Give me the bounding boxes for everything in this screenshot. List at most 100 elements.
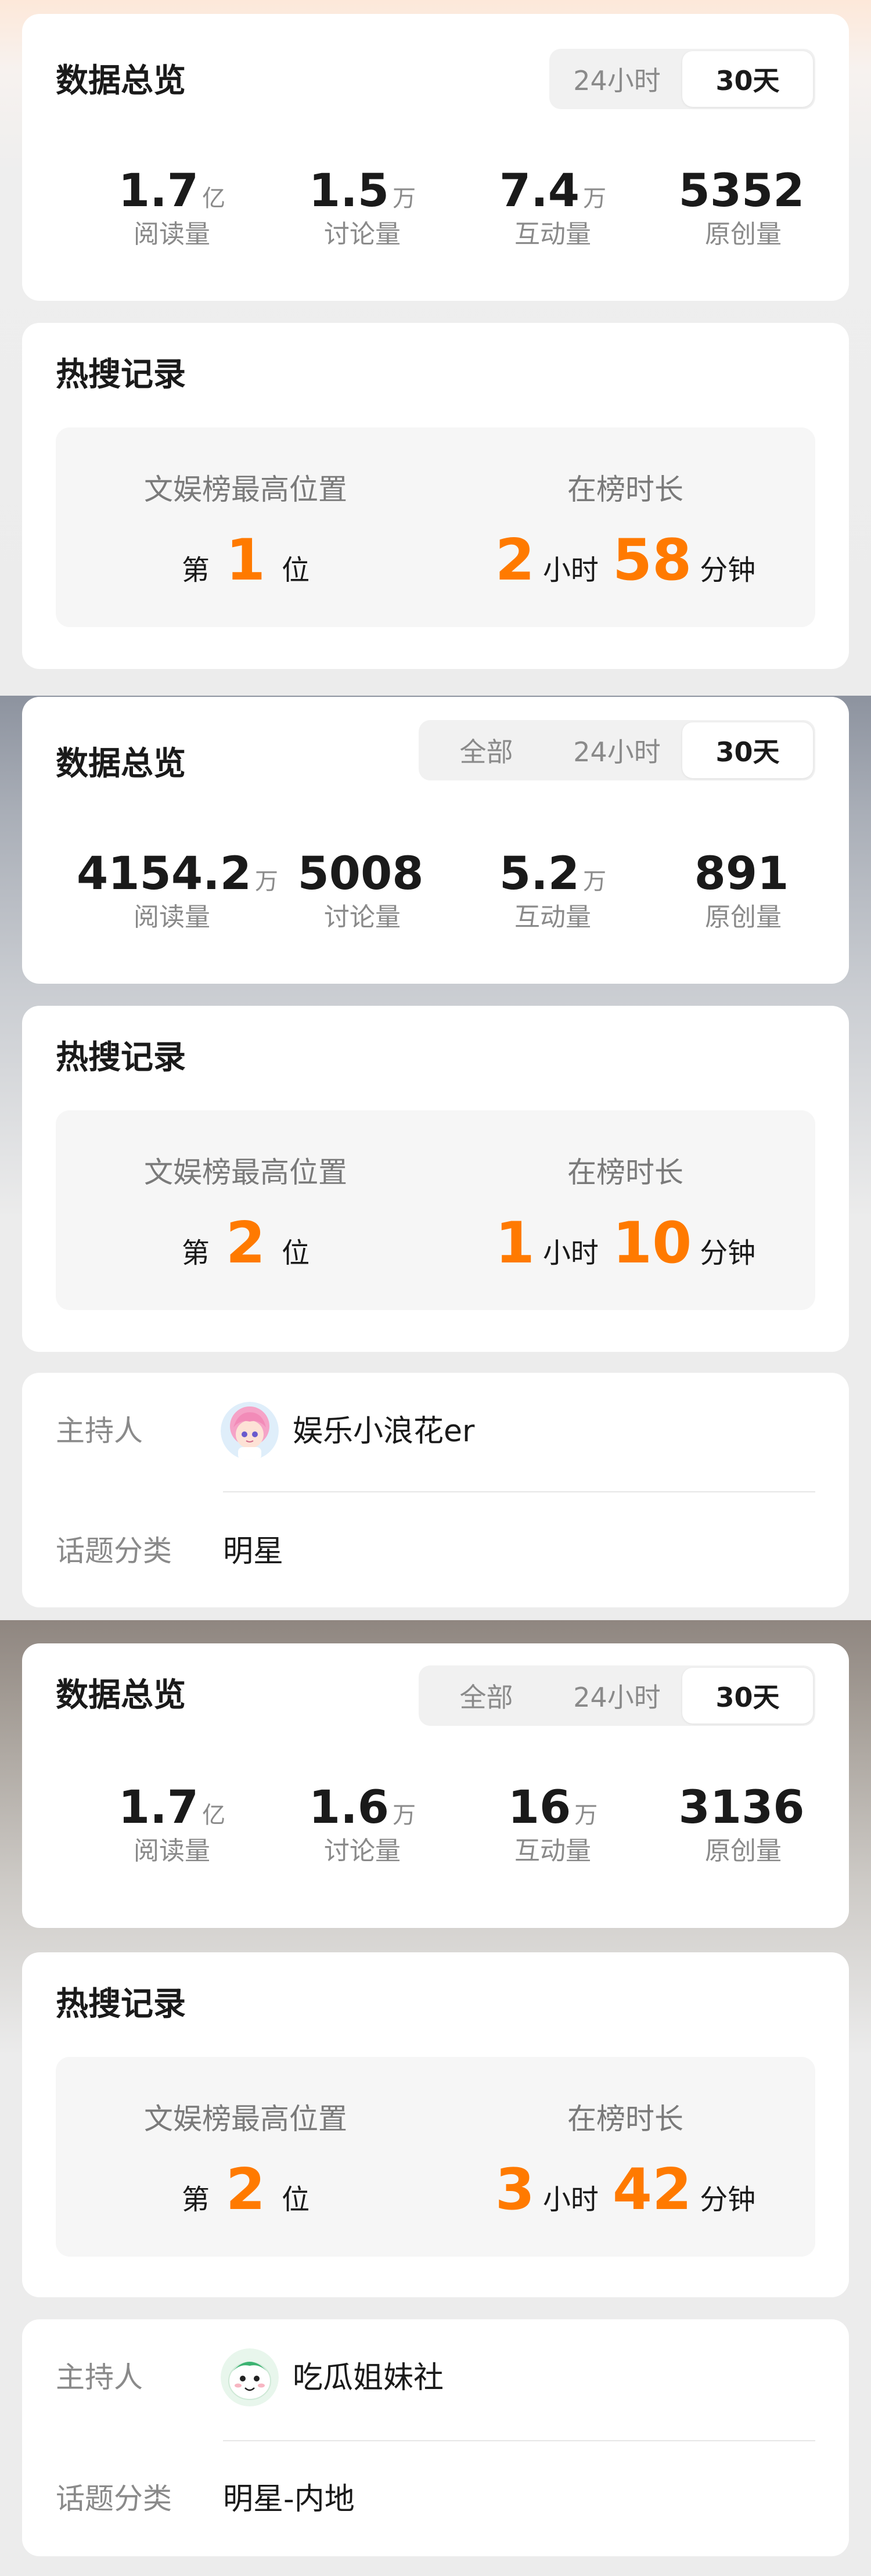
tab-30d[interactable]: 30天 — [682, 51, 813, 107]
rank-value: 1 — [225, 527, 266, 593]
duration-minutes: 10 — [612, 1210, 692, 1276]
highest-rank-label: 文娱榜最高位置 — [144, 1156, 347, 1189]
hours-unit: 小时 — [542, 554, 599, 587]
host-name[interactable]: 吃瓜姐妹社 — [293, 2363, 444, 2393]
stat-label: 讨论量 — [324, 1836, 401, 1866]
highest-rank: 文娱榜最高位置 第 2 位 — [56, 2057, 436, 2257]
stat-interactions: 7.4 万 互动量 — [458, 168, 648, 247]
category-label: 话题分类 — [56, 1534, 172, 1568]
stat-unit: 万 — [574, 1802, 598, 1829]
host-label: 主持人 — [56, 2361, 143, 2394]
hours-unit: 小时 — [542, 2183, 599, 2216]
stat-value: 5352 — [678, 165, 805, 217]
stat-originals: 891 原创量 — [648, 851, 838, 930]
stat-label: 互动量 — [514, 220, 591, 249]
data-overview-card: 数据总览 全部 24小时 30天 4154.2 万 阅读量 5008 讨论量 5.… — [22, 697, 849, 984]
stat-label: 阅读量 — [134, 1836, 210, 1866]
highest-rank: 文娱榜最高位置 第 2 位 — [56, 1110, 436, 1310]
hours-unit: 小时 — [542, 1237, 599, 1269]
rank-prefix: 第 — [181, 2183, 210, 2216]
stat-unit: 万 — [393, 1802, 416, 1829]
host-name[interactable]: 娱乐小浪花er — [293, 1416, 474, 1447]
category-value[interactable]: 明星 — [223, 1537, 283, 1567]
stat-value: 4154.2 — [77, 848, 251, 900]
stat-discussions: 1.5 万 讨论量 — [267, 168, 458, 247]
stat-interactions: 5.2 万 互动量 — [458, 851, 648, 930]
category-value[interactable]: 明星-内地 — [223, 2484, 355, 2514]
stats-row: 1.7 亿 阅读量 1.5 万 讨论量 7.4 万 互动量 5352 原创量 — [22, 168, 849, 247]
stat-unit: 亿 — [202, 185, 226, 212]
stat-reads: 1.7 亿 阅读量 — [77, 1785, 267, 1864]
stat-label: 原创量 — [705, 1836, 782, 1866]
duration-hours: 2 — [495, 527, 535, 593]
stat-label: 互动量 — [514, 902, 591, 932]
tab-24h[interactable]: 24小时 — [552, 722, 682, 778]
stat-value: 1.7 — [118, 165, 199, 217]
duration-label: 在榜时长 — [567, 2102, 683, 2136]
host-avatar[interactable] — [221, 2348, 279, 2406]
host-label: 主持人 — [56, 1414, 143, 1448]
hot-search-stats-box: 文娱榜最高位置 第 1 位 在榜时长 2 小时 58 分钟 — [56, 427, 815, 627]
hot-search-stats-box: 文娱榜最高位置 第 2 位 在榜时长 3 小时 42 分钟 — [56, 2057, 815, 2257]
stats-row: 4154.2 万 阅读量 5008 讨论量 5.2 万 互动量 891 原创量 — [22, 851, 849, 930]
stat-unit: 万 — [393, 185, 416, 212]
rank-value: 2 — [225, 1210, 266, 1276]
stat-value: 3136 — [678, 1782, 805, 1834]
duration-minutes: 58 — [612, 527, 692, 593]
highest-rank-label: 文娱榜最高位置 — [144, 473, 347, 506]
stat-discussions: 1.6 万 讨论量 — [267, 1785, 458, 1864]
rank-value: 2 — [225, 2157, 266, 2223]
highest-rank: 文娱榜最高位置 第 1 位 — [56, 427, 436, 627]
tab-all[interactable]: 全部 — [421, 722, 552, 778]
topic-info-card: 主持人 娱乐小浪花er 话题分类 明星 — [22, 1373, 849, 1607]
hot-search-title: 热搜记录 — [56, 1039, 186, 1077]
duration-label: 在榜时长 — [567, 1156, 683, 1189]
stat-value: 1.5 — [308, 165, 390, 217]
tab-30d[interactable]: 30天 — [682, 722, 813, 778]
melon-avatar-icon — [221, 2348, 279, 2406]
time-range-tabs: 24小时 30天 — [549, 49, 815, 109]
overview-title: 数据总览 — [56, 745, 186, 783]
stat-label: 阅读量 — [134, 902, 210, 932]
rank-suffix: 位 — [282, 2183, 310, 2216]
overview-title: 数据总览 — [56, 1676, 186, 1714]
hot-search-title: 热搜记录 — [56, 1985, 186, 2023]
tab-30d[interactable]: 30天 — [682, 1668, 813, 1724]
on-list-duration: 在榜时长 3 小时 42 分钟 — [436, 2057, 815, 2257]
stat-label: 讨论量 — [324, 220, 401, 249]
duration-hours: 1 — [495, 1210, 535, 1276]
stat-unit: 万 — [583, 868, 607, 895]
stat-originals: 5352 原创量 — [648, 168, 838, 247]
rank-prefix: 第 — [181, 554, 210, 587]
screenshot-section-2: 数据总览 全部 24小时 30天 4154.2 万 阅读量 5008 讨论量 5.… — [0, 696, 871, 1620]
hot-search-stats-box: 文娱榜最高位置 第 2 位 在榜时长 1 小时 10 分钟 — [56, 1110, 815, 1310]
rank-suffix: 位 — [282, 554, 310, 587]
highest-rank-label: 文娱榜最高位置 — [144, 2102, 347, 2136]
divider — [223, 1491, 815, 1492]
on-list-duration: 在榜时长 2 小时 58 分钟 — [436, 427, 815, 627]
tab-24h[interactable]: 24小时 — [552, 51, 682, 107]
stat-value: 891 — [694, 848, 789, 900]
stat-value: 16 — [508, 1782, 571, 1834]
hot-search-title: 热搜记录 — [56, 356, 186, 394]
hot-search-card: 热搜记录 文娱榜最高位置 第 2 位 在榜时长 1 小时 10 分钟 — [22, 1006, 849, 1352]
stats-row: 1.7 亿 阅读量 1.6 万 讨论量 16 万 互动量 3136 原创量 — [22, 1785, 849, 1864]
hot-search-card: 热搜记录 文娱榜最高位置 第 2 位 在榜时长 3 小时 42 分钟 — [22, 1952, 849, 2297]
stat-label: 原创量 — [705, 220, 782, 249]
tab-all[interactable]: 全部 — [421, 1668, 552, 1724]
stat-interactions: 16 万 互动量 — [458, 1785, 648, 1864]
stat-reads: 1.7 亿 阅读量 — [77, 168, 267, 247]
rank-prefix: 第 — [181, 1237, 210, 1269]
overview-title: 数据总览 — [56, 62, 186, 100]
host-avatar[interactable] — [221, 1402, 279, 1460]
hot-search-card: 热搜记录 文娱榜最高位置 第 1 位 在榜时长 2 小时 58 分钟 — [22, 323, 849, 669]
stat-value: 1.6 — [308, 1782, 390, 1834]
topic-info-card: 主持人 吃瓜姐妹社 话题分类 明星-内地 — [22, 2319, 849, 2556]
tab-24h[interactable]: 24小时 — [552, 1668, 682, 1724]
minutes-unit: 分钟 — [700, 554, 756, 587]
screenshot-section-1: 数据总览 24小时 30天 1.7 亿 阅读量 1.5 万 讨论量 7.4 万 互动量… — [0, 0, 871, 696]
duration-minutes: 42 — [612, 2157, 692, 2223]
rank-suffix: 位 — [282, 1237, 310, 1269]
stat-unit: 万 — [583, 185, 607, 212]
stat-value: 1.7 — [118, 1782, 199, 1834]
